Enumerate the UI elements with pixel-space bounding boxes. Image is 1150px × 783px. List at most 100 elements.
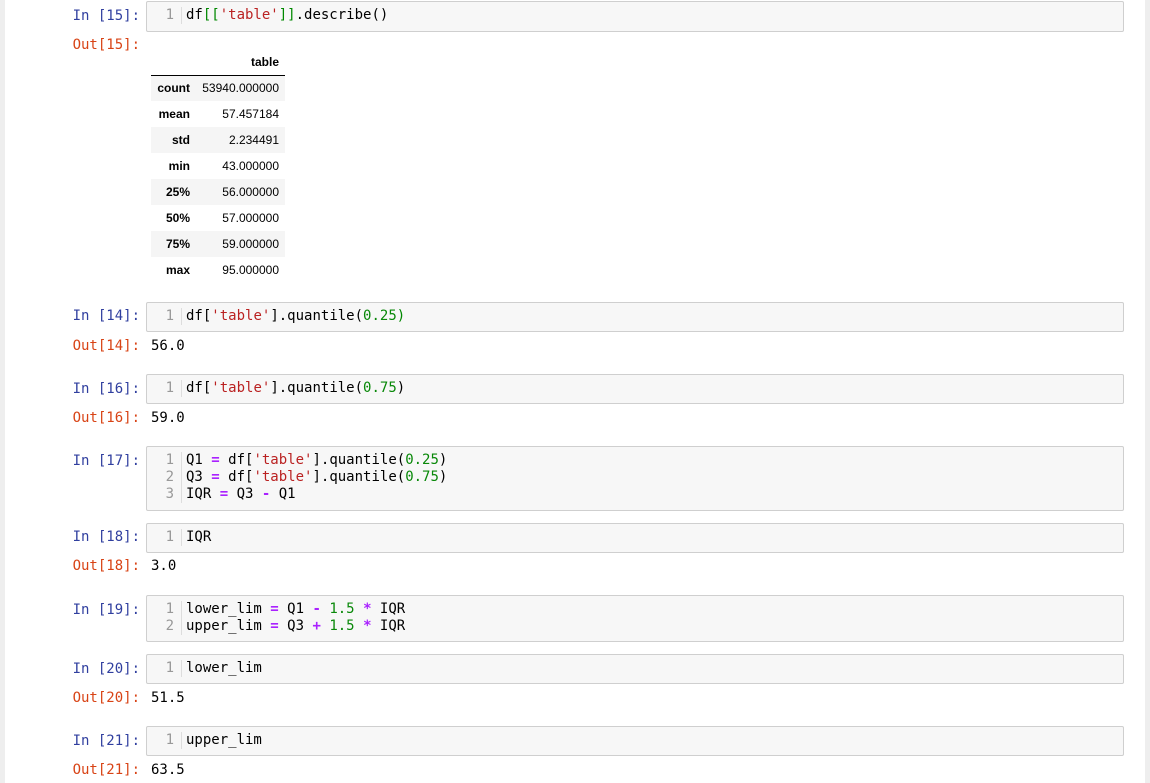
- row-label: mean: [158, 107, 190, 121]
- input-prompt: In [16]:: [72, 381, 140, 397]
- line-number: 1: [147, 660, 182, 677]
- code-token: ): [396, 380, 406, 396]
- output-text: 56.0: [151, 338, 185, 354]
- cell-value: 95.000000: [222, 263, 279, 277]
- output-prompt: Out[15]:: [72, 37, 140, 53]
- line-number: 1: [147, 529, 182, 546]
- code-cell[interactable]: 1 IQR: [146, 523, 1124, 553]
- code-text: Q3 = df['table'].quantile(0.75): [182, 469, 447, 486]
- cell-value: 53940.000000: [202, 81, 279, 96]
- line-number: 1: [147, 308, 182, 325]
- code-token: Q1: [186, 452, 212, 468]
- code-token: 'table': [211, 380, 271, 396]
- code-text: lower_lim = Q1 - 1.5 * IQR: [182, 601, 405, 618]
- cell-value: 2.234491: [228, 133, 279, 147]
- code-token: ].quantile(: [270, 380, 364, 396]
- notebook: In [15]: 1 df[['table']].describe() Out[…: [5, 0, 1145, 783]
- cell-value: 57.457184: [222, 107, 279, 121]
- code-cell[interactable]: 1 df[['table']].describe(): [146, 1, 1124, 32]
- code-cell[interactable]: 1 df['table'].quantile(0.75): [146, 374, 1124, 404]
- line-number: 2: [147, 618, 182, 635]
- code-token: =: [270, 618, 279, 634]
- table-row: min 43.000000: [151, 153, 285, 179]
- code-token: lower_lim: [186, 660, 262, 676]
- code-line: 1 lower_lim: [147, 660, 1123, 677]
- index-header: [151, 49, 196, 76]
- table-row: count 53940.000000: [151, 75, 285, 101]
- code-token: Q3: [186, 469, 212, 485]
- dataframe-table: table count 53940.000000 mean 57.457184 std 2…: [151, 49, 285, 283]
- code-line: 1 df['table'].quantile(0.75): [147, 380, 1123, 397]
- line-number: 1: [147, 380, 182, 397]
- code-token: Q3: [228, 486, 262, 502]
- input-prompt: In [15]:: [72, 8, 140, 24]
- code-token: Q1: [278, 601, 313, 617]
- row-label: max: [165, 263, 190, 277]
- cell-value: 56.000000: [222, 185, 279, 199]
- code-text: upper_lim = Q3 + 1.5 * IQR: [182, 618, 405, 635]
- row-label: min: [168, 159, 190, 173]
- code-cell[interactable]: 1 lower_lim: [146, 654, 1124, 684]
- code-token: ): [438, 469, 448, 485]
- code-token: 0.25: [405, 452, 439, 468]
- code-cell[interactable]: 1 lower_lim = Q1 - 1.5 * IQR 2 upper_lim…: [146, 595, 1124, 642]
- code-token: .describe(): [295, 7, 389, 23]
- code-text: df[['table']].describe(): [182, 7, 388, 24]
- input-prompt: In [17]:: [72, 453, 140, 469]
- output-text: 3.0: [151, 558, 177, 574]
- row-label: std: [172, 133, 190, 147]
- output-text: 63.5: [151, 762, 185, 778]
- code-token: =: [270, 601, 279, 617]
- table-row: std 2.234491: [151, 127, 285, 153]
- output-prompt: Out[16]:: [72, 410, 140, 426]
- input-prompt: In [19]:: [72, 602, 140, 618]
- code-token: 'table': [211, 308, 271, 324]
- code-token: 1.5: [329, 618, 355, 634]
- code-line: 1 upper_lim: [147, 732, 1123, 749]
- code-text: Q1 = df['table'].quantile(0.25): [182, 452, 447, 469]
- code-line: 1 df[['table']].describe(): [147, 7, 1123, 24]
- code-token: Q3: [278, 618, 313, 634]
- output-prompt: Out[14]:: [72, 338, 140, 354]
- code-line: 1 Q1 = df['table'].quantile(0.25): [147, 452, 1123, 469]
- line-number: 1: [147, 452, 182, 469]
- code-token: df[: [186, 380, 212, 396]
- code-token: ].quantile(: [270, 308, 364, 324]
- code-token: ): [396, 308, 406, 324]
- line-number: 1: [147, 7, 182, 24]
- code-line: 1 IQR: [147, 529, 1123, 546]
- line-number: 2: [147, 469, 182, 486]
- cell-value: 57.000000: [222, 211, 279, 225]
- output-text: 51.5: [151, 690, 185, 706]
- code-line: 2 Q3 = df['table'].quantile(0.75): [147, 469, 1123, 486]
- table-row: 25% 56.000000: [151, 179, 285, 205]
- code-token: IQR: [371, 601, 406, 617]
- code-token: =: [211, 469, 220, 485]
- code-token: upper_lim: [186, 732, 262, 748]
- code-token: IQR: [186, 529, 212, 545]
- code-token: ]]: [278, 7, 296, 23]
- code-token: -: [312, 601, 321, 617]
- row-label: 25%: [165, 185, 190, 199]
- code-token: 'table': [253, 452, 313, 468]
- code-text: df['table'].quantile(0.75): [182, 380, 405, 397]
- code-cell[interactable]: 1 Q1 = df['table'].quantile(0.25) 2 Q3 =…: [146, 446, 1124, 511]
- code-token: df[: [219, 469, 254, 485]
- table-row: max 95.000000: [151, 257, 285, 283]
- code-token: ].quantile(: [312, 452, 406, 468]
- code-cell[interactable]: 1 df['table'].quantile(0.25): [146, 302, 1124, 332]
- table-row: mean 57.457184: [151, 101, 285, 127]
- output-prompt: Out[18]:: [72, 558, 140, 574]
- table-header-row: table: [151, 49, 285, 76]
- code-cell[interactable]: 1 upper_lim: [146, 726, 1124, 756]
- output-text: 59.0: [151, 410, 185, 426]
- code-token: 'table': [253, 469, 313, 485]
- code-token: df: [186, 7, 203, 23]
- code-text: IQR: [182, 529, 211, 546]
- code-token: *: [363, 601, 372, 617]
- code-line: 1 lower_lim = Q1 - 1.5 * IQR: [147, 601, 1123, 618]
- code-token: df[: [219, 452, 254, 468]
- line-number: 3: [147, 486, 182, 503]
